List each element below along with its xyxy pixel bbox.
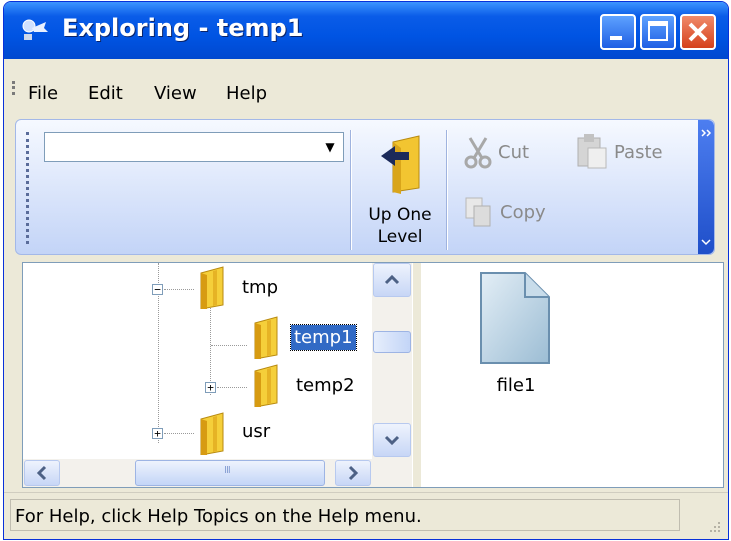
copy-label: Copy	[500, 202, 546, 223]
chevron-right-icon	[701, 129, 712, 137]
minimize-icon	[610, 36, 622, 40]
scroll-down-button[interactable]	[373, 423, 411, 457]
menu-grip[interactable]	[12, 81, 18, 95]
chevron-down-icon	[384, 435, 400, 446]
folder-icon	[200, 266, 224, 309]
size-grip-icon[interactable]	[706, 518, 722, 534]
chevron-right-icon	[348, 465, 359, 481]
folder-icon	[254, 364, 278, 407]
up-one-level-button[interactable]: Up One Level	[359, 132, 441, 252]
horizontal-scroll-thumb[interactable]: III	[135, 460, 325, 486]
scroll-thumb[interactable]	[373, 331, 411, 353]
tree-node-tmp[interactable]: − tmp	[23, 266, 363, 309]
menu-file[interactable]: File	[28, 83, 58, 104]
tree-line	[164, 289, 194, 291]
tree-vertical-scrollbar[interactable]	[372, 263, 412, 459]
file-icon	[480, 272, 550, 364]
maximize-button[interactable]	[640, 14, 676, 50]
chevron-up-icon	[384, 274, 400, 285]
tree-node-temp2[interactable]: + temp2	[23, 363, 363, 407]
tree-line	[217, 387, 247, 389]
toolbar-grip[interactable]	[26, 132, 31, 244]
toolbar: ▼ Up One Level Cut Paste Copy	[15, 119, 715, 255]
dropdown-arrow-icon: ▼	[325, 140, 335, 154]
scroll-right-button[interactable]	[335, 460, 371, 486]
cut-icon	[464, 137, 492, 169]
address-combo[interactable]: ▼	[44, 132, 344, 162]
scroll-left-button[interactable]	[24, 460, 60, 486]
paste-icon	[577, 134, 607, 169]
cut-label: Cut	[498, 142, 530, 163]
file-label: file1	[496, 375, 536, 396]
up-one-level-label: Up One Level	[359, 204, 441, 248]
explorer-panes: − tmp temp1 + temp2 + usr III file1	[22, 262, 724, 488]
folder-icon	[200, 412, 224, 455]
menu-bar: File Edit View Help	[4, 59, 728, 115]
tree-node-usr[interactable]: + usr	[23, 411, 363, 455]
chevron-down-icon	[701, 239, 711, 246]
address-input[interactable]	[45, 133, 315, 161]
menu-edit[interactable]: Edit	[88, 83, 123, 104]
window-title: Exploring - temp1	[62, 14, 304, 42]
copy-icon	[465, 197, 491, 227]
list-item[interactable]: file1	[421, 263, 611, 403]
tree-expander[interactable]: +	[205, 382, 216, 393]
tree-line	[164, 433, 194, 435]
minimize-button[interactable]	[600, 14, 636, 50]
tree-horizontal-scrollbar[interactable]: III	[23, 459, 412, 487]
up-one-level-line2: Level	[377, 227, 423, 247]
tree-expander[interactable]: −	[152, 284, 163, 295]
pane-splitter[interactable]	[413, 263, 421, 487]
tree-label-temp2: temp2	[296, 375, 355, 396]
up-one-level-line1: Up One	[368, 205, 432, 225]
tree-expander[interactable]: +	[152, 428, 163, 439]
explorer-window: Exploring - temp1 File Edit View Help ▼	[3, 1, 729, 540]
close-button[interactable]	[680, 14, 716, 50]
up-one-level-icon	[381, 135, 420, 194]
menu-help[interactable]: Help	[226, 83, 267, 104]
status-panel: For Help, click Help Topics on the Help …	[10, 499, 680, 531]
tree-label-usr: usr	[242, 421, 271, 442]
cut-button[interactable]: Cut	[462, 134, 552, 174]
maximize-icon	[648, 21, 668, 41]
tree-label-temp1: temp1	[290, 324, 357, 351]
chevron-left-icon	[36, 465, 47, 481]
folder-icon	[254, 316, 278, 359]
menu-view[interactable]: View	[154, 83, 197, 104]
toolbar-separator	[350, 130, 352, 250]
folder-tree[interactable]: − tmp temp1 + temp2 + usr III	[23, 263, 413, 487]
paste-label: Paste	[614, 142, 663, 163]
tree-node-temp1[interactable]: temp1	[23, 315, 363, 359]
scroll-up-button[interactable]	[373, 263, 411, 297]
paste-button[interactable]: Paste	[576, 134, 692, 174]
copy-button[interactable]: Copy	[462, 194, 562, 234]
tree-label-tmp: tmp	[242, 277, 279, 298]
file-list[interactable]: file1	[421, 263, 723, 487]
status-bar: For Help, click Help Topics on the Help …	[4, 492, 728, 539]
close-icon	[688, 22, 708, 42]
toolbar-separator	[446, 130, 448, 250]
title-bar[interactable]: Exploring - temp1	[4, 2, 728, 59]
app-icon	[22, 19, 48, 40]
tree-line	[211, 345, 247, 347]
address-dropdown-button[interactable]: ▼	[317, 133, 343, 161]
toolbar-overflow-button[interactable]	[698, 120, 714, 254]
status-text: For Help, click Help Topics on the Help …	[15, 506, 422, 527]
scroll-grip: III	[224, 465, 231, 476]
